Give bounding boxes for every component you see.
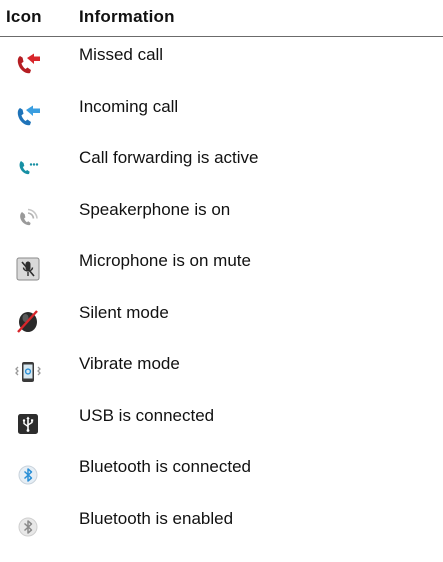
row-label: USB is connected <box>79 405 215 425</box>
table-row: Silent mode <box>0 295 443 347</box>
speakerphone-icon <box>14 204 42 232</box>
bluetooth-connected-icon <box>14 461 42 489</box>
microphone-mute-icon <box>14 255 42 283</box>
bluetooth-enabled-icon <box>14 513 42 541</box>
row-label: Bluetooth is connected <box>79 457 252 476</box>
row-label: Call forwarding is active <box>79 148 259 167</box>
vibrate-mode-icon <box>14 358 42 386</box>
silent-mode-icon <box>14 307 42 335</box>
table-row: Speakerphone is on <box>0 192 443 244</box>
table-row: Incoming call <box>0 89 443 141</box>
table-row: Bluetooth is enabled <box>0 501 443 553</box>
column-header-icon: Icon <box>6 7 42 26</box>
table-row: Microphone is on mute <box>0 243 443 295</box>
table-header: Icon Information <box>0 0 443 38</box>
table-row: USB is connected <box>0 398 443 450</box>
table-row: Bluetooth is connected <box>0 449 443 501</box>
table-row: Vibrate mode <box>0 346 443 398</box>
missed-call-icon <box>14 49 42 77</box>
row-label: Speakerphone is on <box>79 199 231 219</box>
table-row: Call forwarding is active <box>0 140 443 192</box>
table-row: Missed call <box>0 37 443 89</box>
row-label: Silent mode <box>79 302 169 322</box>
row-label: Vibrate mode <box>79 354 180 373</box>
call-forwarding-icon <box>14 152 42 180</box>
row-label: Missed call <box>79 45 164 64</box>
column-header-information: Information <box>79 7 175 26</box>
row-label: Incoming call <box>79 96 179 116</box>
incoming-call-icon <box>14 101 42 129</box>
row-label: Bluetooth is enabled <box>79 508 234 528</box>
row-label: Microphone is on mute <box>79 251 251 270</box>
usb-connected-icon <box>14 410 42 438</box>
icon-table-body: Missed call Incoming call Call forwardin… <box>0 37 443 552</box>
